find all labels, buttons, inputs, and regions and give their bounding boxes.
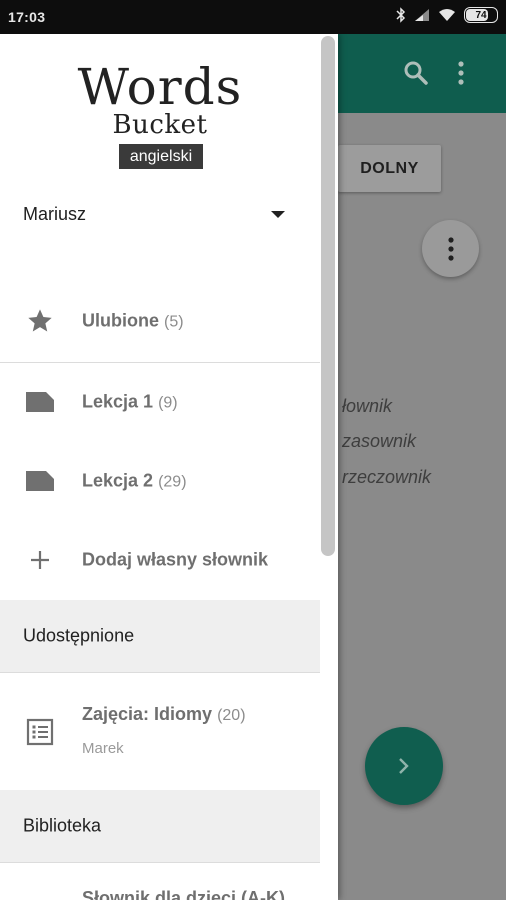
drawer-item-label: Lekcja 1 (9) — [82, 391, 178, 412]
background-word: łownik — [342, 396, 393, 416]
bluetooth-icon — [396, 7, 406, 23]
more-vert-icon — [447, 236, 454, 261]
drawer-item-favorites[interactable]: Ulubione (5) — [0, 281, 320, 361]
divider — [0, 862, 320, 863]
search-icon[interactable] — [403, 60, 429, 86]
app-logo-words: Words — [77, 58, 243, 116]
section-header-library: Biblioteka — [0, 790, 320, 862]
star-icon — [24, 305, 56, 337]
more-vert-icon[interactable] — [454, 60, 468, 86]
chevron-right-icon — [399, 758, 409, 774]
label-icon — [24, 465, 56, 497]
battery-level: 74 — [475, 10, 487, 21]
account-selector[interactable]: Mariusz — [23, 200, 285, 228]
drawer-scrollbar[interactable] — [321, 36, 335, 556]
plus-icon — [24, 544, 56, 576]
item-count: (20) — [217, 707, 246, 724]
item-count: (9) — [158, 394, 178, 412]
navigation-drawer: Words Bucket angielski Mariusz Ulubione … — [0, 34, 338, 900]
signal-icon — [415, 9, 429, 21]
list-icon — [24, 716, 56, 748]
shared-item-title: Zajęcia: Idiomy (20) — [82, 704, 246, 724]
background-word: rzeczownik — [342, 467, 432, 487]
item-count: (29) — [158, 473, 187, 491]
card-menu-button[interactable] — [422, 220, 479, 277]
drawer-item-lekcja-2[interactable]: Lekcja 2 (29) — [0, 441, 320, 521]
status-time: 17:03 — [8, 9, 46, 25]
section-header-shared: Udostępnione — [0, 600, 320, 672]
drawer-item-label: Ulubione (5) — [82, 310, 184, 331]
section-title: Udostępnione — [23, 625, 135, 646]
drawer-item-shared-idioms[interactable]: Zajęcia: Idiomy (20) Marek — [0, 676, 320, 790]
wifi-icon — [439, 9, 455, 21]
next-fab-button[interactable] — [365, 727, 443, 805]
item-count: (5) — [164, 313, 184, 331]
status-bar: 17:03 74 — [0, 0, 506, 34]
divider — [0, 672, 320, 673]
drawer-item-library-dictionary[interactable]: Słownik dla dzieci (A-K) — [82, 888, 285, 900]
drawer-item-label: Lekcja 2 (29) — [82, 470, 187, 491]
account-name: Mariusz — [23, 203, 87, 224]
drawer-item-label: Dodaj własny słownik — [82, 549, 269, 570]
dolny-button[interactable]: DOLNY — [338, 145, 441, 192]
dropdown-arrow-icon — [271, 210, 285, 218]
app-logo-bucket: Bucket — [112, 110, 208, 140]
language-badge[interactable]: angielski — [119, 144, 203, 169]
status-icons: 74 — [396, 7, 498, 23]
background-word: zasownik — [342, 431, 417, 451]
add-dictionary-button[interactable]: Dodaj własny słownik — [0, 520, 320, 600]
shared-item-author: Marek — [82, 740, 124, 757]
drawer-item-lekcja-1[interactable]: Lekcja 1 (9) — [0, 362, 320, 442]
label-icon — [24, 386, 56, 418]
section-title: Biblioteka — [23, 815, 102, 836]
battery-icon: 74 — [464, 7, 498, 23]
